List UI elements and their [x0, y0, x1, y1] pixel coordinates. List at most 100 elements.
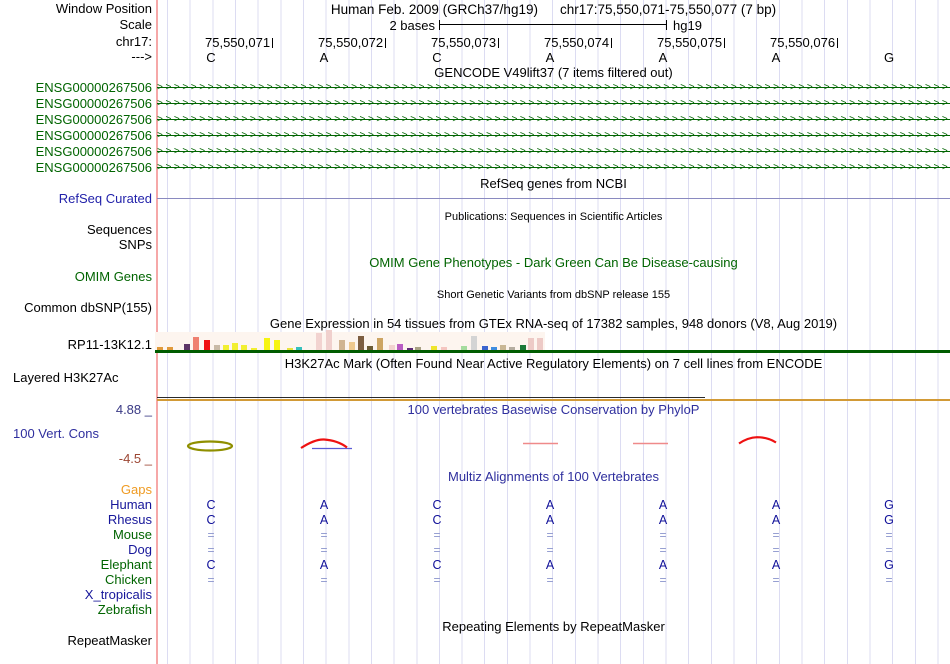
gencode-gene-label[interactable]: ENSG00000267506 [36, 97, 152, 111]
ruler-position: 75,550,075 [657, 35, 726, 50]
omim-genes-label[interactable]: OMIM Genes [75, 270, 152, 284]
gtex-bar [316, 333, 322, 350]
sequence-base: C [206, 50, 216, 65]
gencode-gene-arrows[interactable]: >>>>>>>>>>>>>>>>>>>>>>>>>>>>>>>>>>>>>>>>… [157, 128, 950, 144]
window-position-label: Window Position [55, 1, 152, 16]
alignment-cell: = [433, 543, 441, 557]
sequences-label[interactable]: Sequences [87, 223, 152, 237]
ruler-position: 75,550,072 [318, 35, 387, 50]
refseq-track-line[interactable] [157, 198, 950, 199]
alignment-cell: C [206, 498, 216, 512]
phylop-max-label: 4.88 _ [115, 402, 152, 417]
alignment-cell: A [545, 513, 555, 527]
gtex-bar [204, 340, 210, 350]
dbsnp-title: Short Genetic Variants from dbSNP releas… [436, 289, 671, 301]
chrom-label: chr17: [115, 34, 152, 49]
species-label[interactable]: Zebrafish [98, 603, 152, 617]
gencode-gene-arrows[interactable]: >>>>>>>>>>>>>>>>>>>>>>>>>>>>>>>>>>>>>>>>… [157, 96, 950, 112]
alignment-cell: A [319, 513, 329, 527]
phylop-track-label[interactable]: 100 Vert. Cons [13, 427, 99, 441]
gtex-bar [274, 340, 280, 350]
ruler-position: 75,550,073 [431, 35, 500, 50]
gencode-gene-label[interactable]: ENSG00000267506 [36, 81, 152, 95]
gtex-bar [349, 342, 355, 350]
sequence-base: A [319, 50, 329, 65]
alignment-cell: = [772, 573, 780, 587]
gencode-gene-label[interactable]: ENSG00000267506 [36, 113, 152, 127]
species-label[interactable]: Mouse [113, 528, 152, 542]
gencode-gene-arrows[interactable]: >>>>>>>>>>>>>>>>>>>>>>>>>>>>>>>>>>>>>>>>… [157, 112, 950, 128]
ruler-tick [272, 38, 274, 48]
alignment-cell: A [771, 513, 781, 527]
ruler-position: 75,550,071 [205, 35, 274, 50]
gtex-bar [528, 338, 534, 350]
alignment-cell: = [207, 528, 215, 542]
alignment-cell: = [546, 543, 554, 557]
species-label[interactable]: Elephant [101, 558, 152, 572]
species-label[interactable]: Rhesus [108, 513, 152, 527]
ruler-tick [498, 38, 500, 48]
h3k27ac-signal-orange [157, 399, 950, 401]
ruler-tick [385, 38, 387, 48]
gtex-bar [232, 343, 238, 350]
alignment-cell: A [545, 558, 555, 572]
alignment-cell: G [884, 498, 894, 512]
alignment-cell: = [433, 528, 441, 542]
alignment-cell: = [207, 543, 215, 557]
gencode-gene-arrows[interactable]: >>>>>>>>>>>>>>>>>>>>>>>>>>>>>>>>>>>>>>>>… [157, 80, 950, 96]
gaps-label[interactable]: Gaps [121, 483, 152, 497]
gtex-bar [339, 340, 345, 350]
gtex-bar [326, 330, 332, 350]
gencode-title: GENCODE V49lift37 (7 items filtered out) [434, 65, 673, 80]
h3k27ac-title: H3K27Ac Mark (Often Found Near Active Re… [284, 356, 823, 371]
alignment-cell: = [546, 528, 554, 542]
sequence-base: C [432, 50, 442, 65]
gtex-bar [377, 338, 383, 350]
gtex-bar [471, 336, 477, 350]
alignment-cell: A [319, 498, 329, 512]
alignment-cell: C [432, 498, 442, 512]
alignment-cell: C [206, 513, 216, 527]
species-label[interactable]: Human [110, 498, 152, 512]
snps-label[interactable]: SNPs [119, 238, 152, 252]
alignment-cell: A [319, 558, 329, 572]
species-label[interactable]: Chicken [105, 573, 152, 587]
alignment-cell: = [772, 528, 780, 542]
ruler-position: 75,550,076 [770, 35, 839, 50]
ruler-tick [837, 38, 839, 48]
gtex-bar [264, 338, 270, 350]
alignment-cell: = [320, 528, 328, 542]
alignment-cell: = [885, 528, 893, 542]
repeatmasker-title: Repeating Elements by RepeatMasker [442, 619, 665, 634]
alignment-cell: = [885, 573, 893, 587]
alignment-cell: C [206, 558, 216, 572]
ruler-tick [611, 38, 613, 48]
scale-label: Scale [119, 17, 152, 32]
gencode-gene-label[interactable]: ENSG00000267506 [36, 161, 152, 175]
assembly-label: Human Feb. 2009 (GRCh37/hg19) [330, 2, 538, 17]
sequence-base: A [545, 50, 555, 65]
gencode-gene-label[interactable]: ENSG00000267506 [36, 145, 152, 159]
alignment-cell: G [884, 513, 894, 527]
gencode-gene-label[interactable]: ENSG00000267506 [36, 129, 152, 143]
gtex-title: Gene Expression in 54 tissues from GTEx … [269, 316, 838, 331]
ruler-tick [724, 38, 726, 48]
gtex-gene-label[interactable]: RP11-13K12.1 [68, 338, 152, 352]
species-label[interactable]: Dog [128, 543, 152, 557]
h3k27ac-label[interactable]: Layered H3K27Ac [13, 371, 119, 385]
gencode-gene-arrows[interactable]: >>>>>>>>>>>>>>>>>>>>>>>>>>>>>>>>>>>>>>>>… [157, 144, 950, 160]
species-label[interactable]: X_tropicalis [85, 588, 152, 602]
dbsnp-label[interactable]: Common dbSNP(155) [24, 301, 152, 315]
gencode-gene-arrows[interactable]: >>>>>>>>>>>>>>>>>>>>>>>>>>>>>>>>>>>>>>>>… [157, 160, 950, 176]
repeatmasker-label[interactable]: RepeatMasker [67, 634, 152, 648]
alignment-cell: A [545, 498, 555, 512]
gtex-bar [537, 338, 543, 350]
alignment-cell: = [659, 573, 667, 587]
sequence-base: A [771, 50, 781, 65]
sequence-base: A [658, 50, 668, 65]
alignment-cell: G [884, 558, 894, 572]
alignment-cell: = [659, 543, 667, 557]
phylop-title: 100 vertebrates Basewise Conservation by… [407, 402, 700, 417]
phylop-min-label: -4.5 _ [118, 451, 152, 466]
refseq-curated-label[interactable]: RefSeq Curated [59, 192, 152, 206]
